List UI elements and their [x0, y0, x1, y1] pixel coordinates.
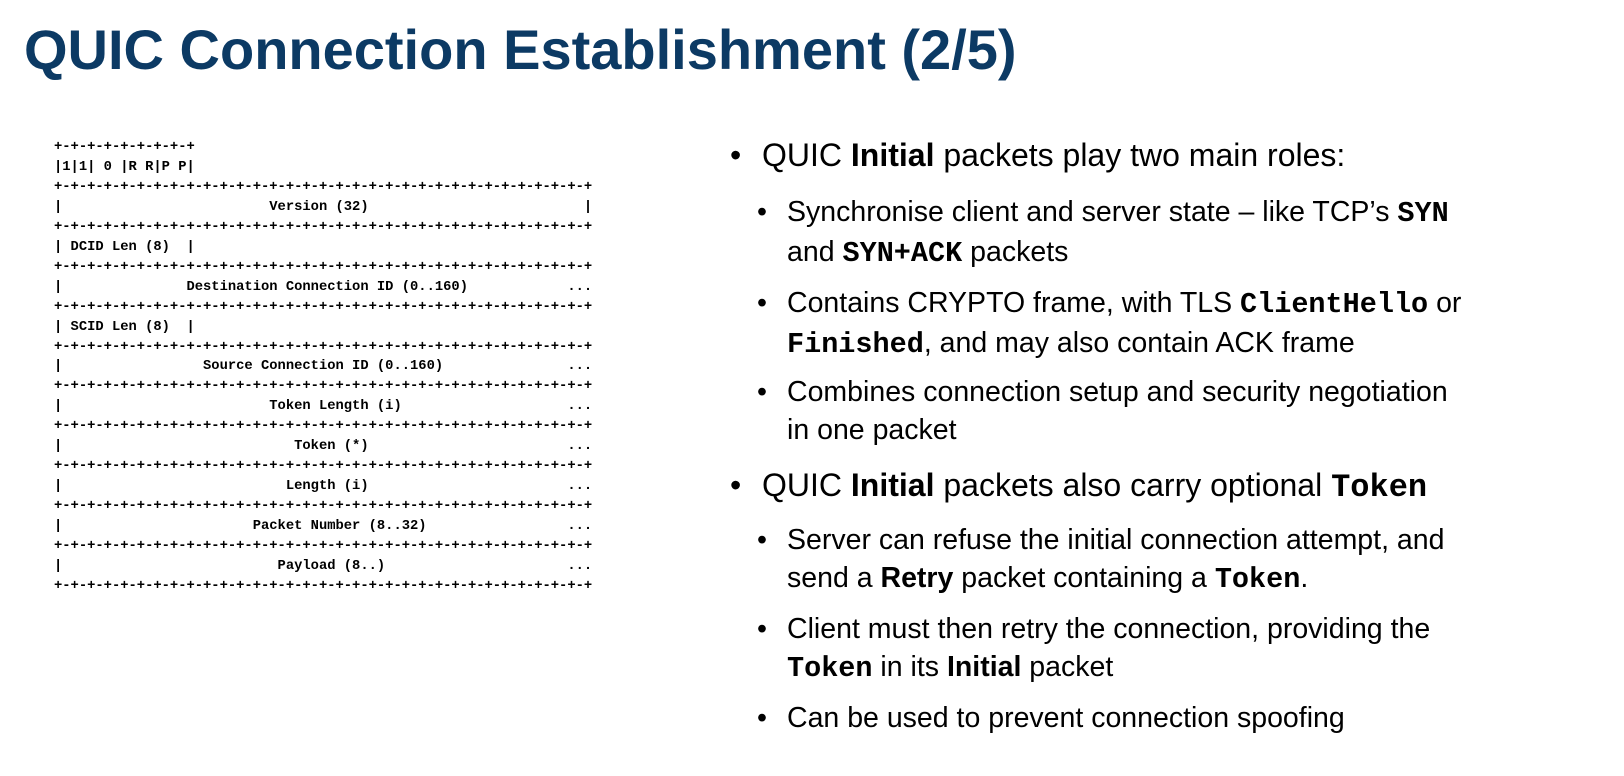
code-text: Token [1214, 563, 1301, 596]
bullet-list: • QUIC Initial packets play two main role… [0, 0, 1624, 776]
bullet-text: Client must then retry the connection, p… [787, 613, 1431, 645]
bullet-line: Server can refuse the initial connection… [787, 521, 1444, 559]
bullet-line: Client must then retry the connection, p… [787, 610, 1430, 648]
sub-bullet-item: • Server can refuse the initial connectio… [757, 521, 1444, 599]
sub-bullet-item: • Client must then retry the connection, … [757, 610, 1430, 688]
bullet-dot-icon: • [757, 196, 767, 228]
bullet-text: Contains CRYPTO frame, with TLS [787, 287, 1241, 319]
bullet-item: • QUIC Initial packets also carry optiona… [730, 465, 1427, 508]
bullet-text: in one packet [787, 414, 957, 446]
bullet-text: packet containing a [953, 562, 1215, 594]
bullet-line: and SYN+ACK packets [787, 233, 1449, 273]
bullet-text: Can be used to prevent connection spoofi… [787, 702, 1345, 734]
bullet-line: in one packet [787, 411, 1448, 449]
code-text: SYN+ACK [842, 237, 963, 270]
sub-bullet-item: • Contains CRYPTO frame, with TLS ClientH… [757, 284, 1461, 364]
sub-bullet-item: • Can be used to prevent connection spoof… [757, 699, 1345, 737]
bullet-text: Server can refuse the initial connection… [787, 524, 1445, 556]
bullet-line: Contains CRYPTO frame, with TLS ClientHe… [787, 284, 1461, 324]
bullet-dot-icon: • [730, 467, 742, 503]
bullet-text: or [1428, 287, 1462, 319]
code-text: SYN [1397, 197, 1449, 230]
bullet-item: • QUIC Initial packets play two main role… [730, 135, 1345, 175]
bullet-dot-icon: • [757, 613, 767, 645]
bold-text: Initial [850, 137, 935, 173]
bullet-line: Finished, and may also contain ACK frame [787, 324, 1461, 364]
code-text: Token [1331, 469, 1428, 506]
sub-bullet-item: • Synchronise client and server state – l… [757, 193, 1449, 273]
bullet-line: QUIC Initial packets also carry optional… [762, 465, 1427, 508]
bullet-dot-icon: • [757, 287, 767, 319]
bullet-text: , and may also contain ACK frame [923, 327, 1355, 359]
bullet-line: send a Retry packet containing a Token. [787, 559, 1444, 599]
bullet-text: packet [1021, 651, 1114, 683]
bullet-text: and [787, 236, 843, 268]
bullet-line: QUIC Initial packets play two main roles… [762, 135, 1345, 175]
code-text: ClientHello [1240, 288, 1429, 321]
bullet-text: packets [962, 236, 1069, 268]
bullet-line: Synchronise client and server state – li… [787, 193, 1449, 233]
bullet-text: QUIC [762, 137, 851, 173]
sub-bullet-item: • Combines connection setup and security … [757, 373, 1448, 449]
bullet-line: Combines connection setup and security n… [787, 373, 1448, 411]
bullet-line: Can be used to prevent connection spoofi… [787, 699, 1345, 737]
bullet-text: in its [872, 651, 947, 683]
bullet-text: Synchronise client and server state – li… [787, 196, 1398, 228]
bold-text: Initial [850, 467, 935, 503]
bullet-dot-icon: • [757, 524, 767, 556]
code-text: Finished [787, 328, 924, 361]
bullet-line: Token in its Initial packet [787, 648, 1430, 688]
bullet-text: packets play two main roles: [934, 137, 1346, 173]
bullet-dot-icon: • [730, 137, 742, 173]
bullet-text: Combines connection setup and security n… [787, 376, 1448, 408]
bullet-text: QUIC [762, 467, 851, 503]
bullet-text: packets also carry optional [934, 467, 1332, 503]
code-text: Token [787, 652, 873, 685]
bold-text: Retry [880, 562, 954, 594]
bold-text: Initial [946, 651, 1022, 683]
bullet-text: . [1300, 562, 1309, 594]
bullet-text: send a [787, 562, 881, 594]
bullet-dot-icon: • [757, 376, 767, 408]
bullet-dot-icon: • [757, 702, 767, 734]
